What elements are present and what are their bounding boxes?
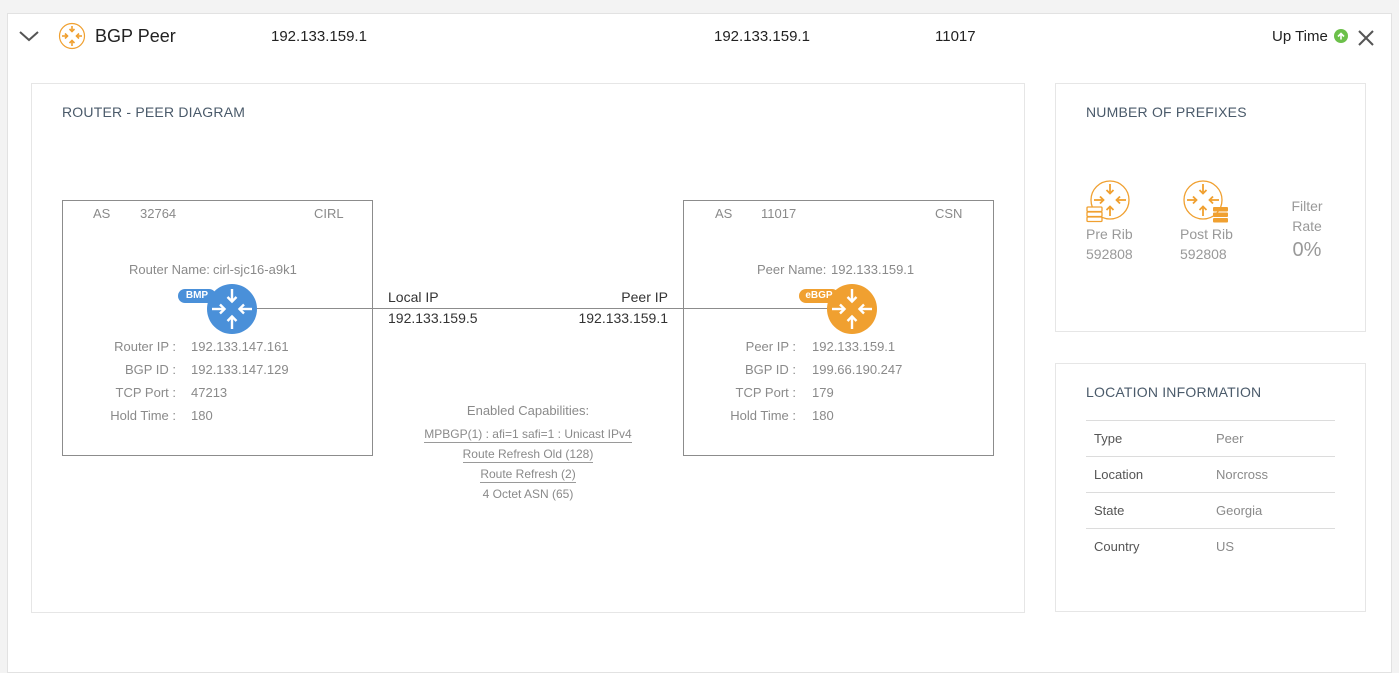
- status-up-icon: [1334, 29, 1348, 43]
- row-key: State: [1094, 503, 1125, 518]
- peer-ip-label: Peer IP: [621, 289, 668, 305]
- capabilities-title: Enabled Capabilities:: [466, 403, 590, 418]
- router-tcp-port-label: TCP Port :: [115, 385, 176, 400]
- location-title: LOCATION INFORMATION: [1086, 384, 1262, 400]
- peer-as-label: AS: [715, 206, 733, 221]
- capability-link[interactable]: Route Refresh Old (128): [462, 447, 594, 463]
- close-icon[interactable]: [1357, 29, 1375, 47]
- router-hold-time-value: 180: [191, 408, 213, 423]
- local-ip-value: 192.133.159.5: [388, 310, 478, 326]
- table-row: Location Norcross: [1086, 456, 1335, 492]
- bgp-peer-icon: [58, 22, 86, 50]
- capability-item: 4 Octet ASN (65): [482, 487, 574, 501]
- post-rib-icon: [1182, 180, 1230, 224]
- peer-ip-field-label: Peer IP :: [745, 339, 796, 354]
- post-rib-label: Post Rib: [1180, 226, 1233, 242]
- peer-org: CSN: [935, 206, 963, 221]
- page-title: BGP Peer: [95, 26, 176, 46]
- row-value: Georgia: [1216, 503, 1263, 518]
- capability-item: MPBGP(1) : afi=1 safi=1 : Unicast IPv4: [378, 427, 678, 443]
- prefixes-title: NUMBER OF PREFIXES: [1086, 104, 1247, 120]
- peer-hold-time-value: 180: [812, 408, 834, 423]
- row-value: Peer: [1216, 431, 1244, 446]
- pre-rib-icon: [1086, 180, 1132, 224]
- pre-rib-label: Pre Rib: [1086, 226, 1133, 242]
- router-org: CIRL: [314, 206, 344, 221]
- filter-rate-label-2: Rate: [1292, 218, 1322, 234]
- table-row: Country US: [1086, 528, 1335, 564]
- ebgp-badge: eBGP: [799, 289, 839, 303]
- peer-tcp-port-value: 179: [812, 385, 834, 400]
- peer-bgp-id-value: 199.66.190.247: [812, 362, 903, 377]
- capability-link[interactable]: Route Refresh (2): [480, 467, 576, 483]
- collapse-chevron-icon[interactable]: [18, 28, 40, 44]
- router-ip-label: Router IP :: [114, 339, 176, 354]
- router-name-label: Router Name:: [129, 262, 210, 277]
- router-as-value: 32764: [140, 206, 177, 221]
- row-value: US: [1216, 539, 1235, 554]
- diagram-title: ROUTER - PEER DIAGRAM: [62, 104, 246, 120]
- filter-rate-label-1: Filter: [1291, 198, 1323, 214]
- router-bgp-id-label: BGP ID :: [124, 362, 176, 377]
- capability-item: Route Refresh (2): [378, 467, 678, 483]
- header-ip-2: 192.133.159.1: [714, 28, 810, 45]
- router-tcp-port-value: 47213: [191, 385, 228, 400]
- router-ip-value: 192.133.147.161: [191, 339, 289, 354]
- header-asn: 11017: [935, 28, 976, 45]
- pre-rib-value: 592808: [1086, 246, 1133, 262]
- bmp-badge: BMP: [178, 289, 216, 303]
- status-label: Up Time: [1272, 28, 1328, 45]
- router-hold-time-label: Hold Time :: [110, 408, 176, 423]
- capability-link[interactable]: MPBGP(1) : afi=1 safi=1 : Unicast IPv4: [424, 427, 632, 443]
- router-name-value: cirl-sjc16-a9k1: [213, 262, 297, 277]
- local-ip-label: Local IP: [388, 289, 439, 305]
- peer-as-value: 11017: [761, 206, 797, 221]
- router-as-label: AS: [93, 206, 111, 221]
- table-row: Type Peer: [1086, 420, 1335, 456]
- row-value: Norcross: [1216, 467, 1269, 482]
- peer-ip-value: 192.133.159.1: [578, 310, 668, 326]
- peer-bgp-id-label: BGP ID :: [744, 362, 796, 377]
- peer-hold-time-label: Hold Time :: [730, 408, 796, 423]
- peer-ip-field-value: 192.133.159.1: [812, 339, 896, 354]
- peer-tcp-port-label: TCP Port :: [735, 385, 796, 400]
- router-bgp-id-value: 192.133.147.129: [191, 362, 289, 377]
- row-key: Type: [1094, 431, 1123, 446]
- capability-item: Route Refresh Old (128): [378, 447, 678, 463]
- post-rib-value: 592808: [1180, 246, 1227, 262]
- row-key: Country: [1094, 539, 1140, 554]
- header-ip-1: 192.133.159.1: [271, 28, 367, 45]
- peer-name-label: Peer Name:: [757, 262, 827, 277]
- table-row: State Georgia: [1086, 492, 1335, 528]
- row-key: Location: [1094, 467, 1144, 482]
- peer-name-value: 192.133.159.1: [831, 262, 915, 277]
- filter-rate-value: 0%: [1292, 239, 1322, 261]
